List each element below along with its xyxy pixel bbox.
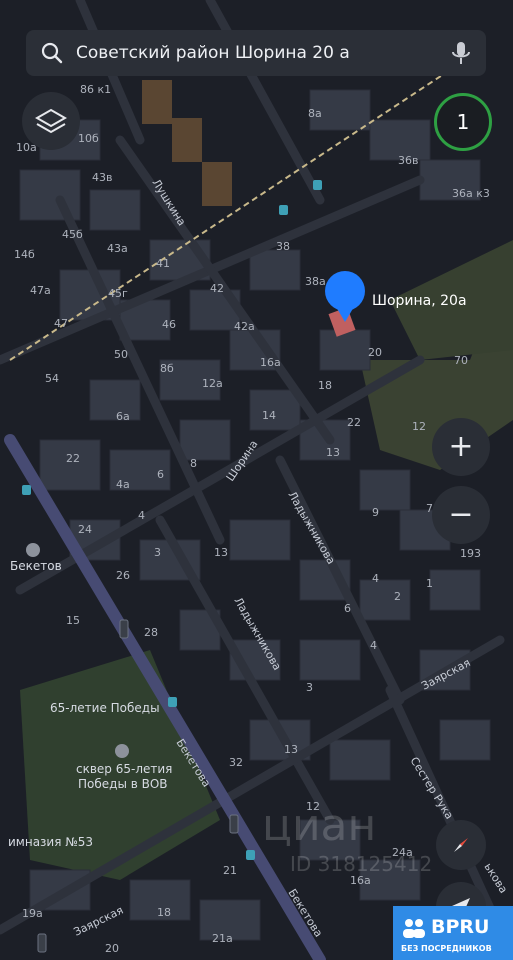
house-number: 13: [326, 446, 340, 459]
house-number: 6: [344, 602, 351, 615]
house-number: 1: [426, 577, 433, 590]
poi-65-anniversary: 65-летие Победы: [50, 701, 160, 715]
house-number: 32: [229, 756, 243, 769]
transit-stop-icon: [279, 205, 288, 215]
house-number: 24: [78, 523, 92, 536]
house-number: 18: [157, 906, 171, 919]
poi-icon: [26, 543, 40, 557]
house-number: 8: [190, 457, 197, 470]
transit-stop-icon: [22, 485, 31, 495]
house-number: 4: [372, 572, 379, 585]
house-number: 13: [284, 743, 298, 756]
compass-icon: [454, 838, 468, 852]
house-number: 20: [368, 346, 382, 359]
counter-badge[interactable]: 1: [434, 93, 492, 151]
traffic-light-icon: [119, 619, 129, 639]
house-number: 38а: [305, 275, 326, 288]
house-number: 50: [114, 348, 128, 361]
watermark-brand: циан: [262, 800, 377, 851]
house-number: 8а: [308, 107, 322, 120]
zoom-out-label: −: [448, 497, 474, 532]
transit-stop-icon: [313, 180, 322, 190]
house-number: 45г: [108, 287, 128, 300]
house-number: 20: [105, 942, 119, 955]
house-number: 22: [347, 416, 361, 429]
zoom-in-button[interactable]: +: [432, 418, 490, 476]
house-number: 4а: [116, 478, 130, 491]
marker-label: Шорина, 20а: [372, 293, 467, 309]
house-number: 14б: [14, 248, 35, 261]
house-number: 4: [370, 639, 377, 652]
house-number: 14: [262, 409, 276, 422]
poi-gymnasium: имназия №53: [8, 835, 93, 849]
house-number: 8б: [160, 362, 174, 375]
traffic-light-icon: [37, 933, 47, 953]
house-number: 6: [157, 468, 164, 481]
compass-button[interactable]: [436, 820, 486, 870]
zoom-in-label: +: [448, 429, 474, 464]
house-number: 9: [372, 506, 379, 519]
house-number: 28: [144, 626, 158, 639]
tree-icon: [115, 744, 129, 758]
house-number: 10б: [78, 132, 99, 145]
house-number: 21а: [212, 932, 233, 945]
house-number: 193: [460, 547, 481, 560]
house-number: 36а к3: [452, 187, 490, 200]
search-icon: [41, 42, 63, 64]
house-number: 22: [66, 452, 80, 465]
house-number: 18: [318, 379, 332, 392]
house-number: 43в: [92, 171, 112, 184]
house-number: 86 к1: [80, 83, 111, 96]
house-number: 15: [66, 614, 80, 627]
watermark-id: ID 318125412: [290, 852, 433, 876]
house-number: 47а: [30, 284, 51, 297]
house-number: 12: [412, 420, 426, 433]
house-number: 45б: [62, 228, 83, 241]
house-number: 19а: [22, 907, 43, 920]
house-number: 43а: [107, 242, 128, 255]
people-icon: [403, 919, 425, 938]
house-number: 38: [276, 240, 290, 253]
search-bar[interactable]: Советский район Шорина 20 а: [26, 30, 486, 76]
house-number: 36в: [398, 154, 418, 167]
house-number: 70: [454, 354, 468, 367]
house-number: 13: [214, 546, 228, 559]
map-canvas[interactable]: 86 к1 10б 10а 43в 45б 14б 47а 47 43а 41 …: [0, 0, 513, 960]
house-number: 16а: [260, 356, 281, 369]
house-number: 42а: [234, 320, 255, 333]
house-number: 3: [306, 681, 313, 694]
traffic-light-icon: [229, 814, 239, 834]
poi-beketov: Бекетов: [10, 559, 62, 573]
transit-stop-icon: [246, 850, 255, 860]
house-number: 47: [54, 317, 68, 330]
transit-stop-icon: [168, 697, 177, 707]
house-number: 12а: [202, 377, 223, 390]
poi-skver-line-2: Победы в ВОВ: [78, 777, 168, 791]
search-query: Советский район Шорина 20 а: [76, 43, 350, 63]
poi-skver-line-1: сквер 65-летия: [76, 762, 172, 776]
house-number: 3: [154, 546, 161, 559]
house-number: 42: [210, 282, 224, 295]
house-number: 21: [223, 864, 237, 877]
zoom-out-button[interactable]: −: [432, 486, 490, 544]
house-number: 54: [45, 372, 59, 385]
house-number: 6а: [116, 410, 130, 423]
bpru-tagline: БЕЗ ПОСРЕДНИКОВ: [401, 944, 492, 953]
layers-icon: [35, 108, 67, 134]
house-number: 26: [116, 569, 130, 582]
house-number: 4: [138, 509, 145, 522]
house-number: 41: [156, 257, 170, 270]
microphone-icon[interactable]: [450, 40, 472, 66]
house-number: 2: [394, 590, 401, 603]
bpru-badge[interactable]: BPRU БЕЗ ПОСРЕДНИКОВ: [393, 906, 513, 960]
house-number: 46: [162, 318, 176, 331]
bpru-brand: BPRU: [431, 916, 490, 938]
layers-button[interactable]: [22, 92, 80, 150]
